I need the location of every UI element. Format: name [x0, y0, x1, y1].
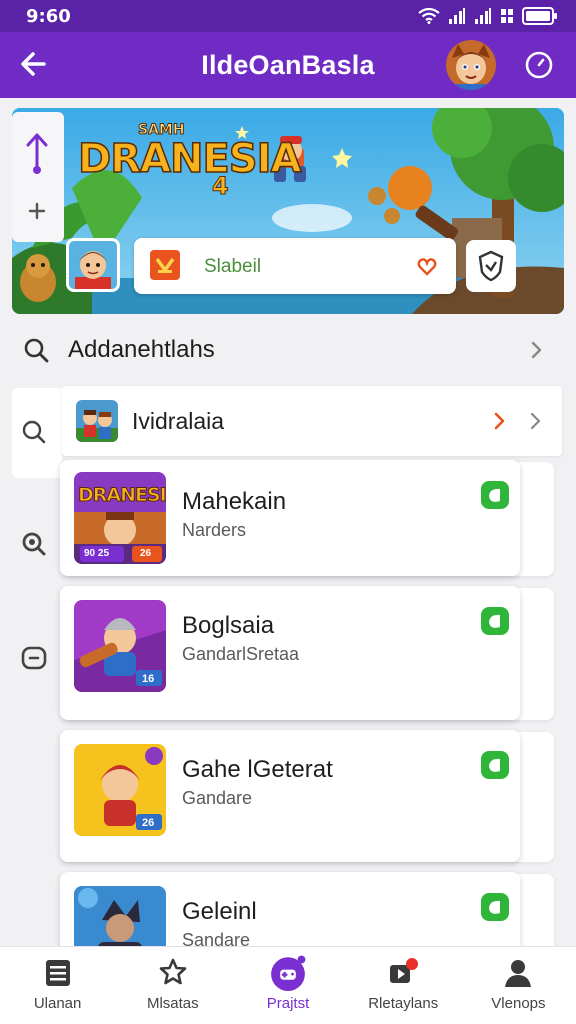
featured-thumbnail	[76, 400, 118, 442]
nav-item-ulanan[interactable]: Ulanan	[0, 947, 115, 1024]
game-subtitle: GandarlSretaa	[182, 644, 300, 664]
search-icon[interactable]	[20, 418, 48, 446]
search-row-label: Addanehtlahs	[68, 336, 215, 363]
signal-icon-2	[475, 8, 491, 24]
game-title: Geleinl	[182, 898, 257, 925]
game-thumbnail-badge-right: 16	[142, 673, 155, 685]
game-subtitle: Narders	[182, 520, 247, 540]
installed-check-icon[interactable]	[480, 480, 510, 510]
status-time: 9:60	[26, 5, 71, 27]
heart-icon	[417, 258, 437, 276]
game-thumbnail-title: DRANESIA	[77, 484, 166, 507]
characters-thumbnail-icon	[76, 400, 118, 442]
arrow-up-button[interactable]	[24, 130, 50, 176]
installed-check-icon[interactable]	[480, 892, 510, 922]
nav-label: Prajtst	[266, 995, 310, 1012]
battery-icon	[522, 7, 557, 25]
status-bar: 9:60	[0, 0, 576, 32]
game-thumbnail: DRANESIA 90 25 26	[74, 472, 166, 564]
featured-row[interactable]: Ividralaia	[62, 386, 562, 456]
chat-icon[interactable]	[20, 644, 48, 672]
banner-game-thumbnail[interactable]	[66, 238, 120, 292]
game-card[interactable]: 26 Gahe lGeterat Gandare	[60, 730, 520, 862]
app-bar: IldeOanBasla	[0, 32, 576, 98]
game-title: Mahekain	[182, 488, 287, 515]
game-title: Gahe lGeterat	[182, 756, 333, 783]
bottom-nav: Ulanan Mlsatas Prajtst Rletaylans Vlenop…	[0, 946, 576, 1024]
avatar[interactable]	[446, 40, 496, 90]
status-icons	[418, 7, 558, 25]
banner-input-field[interactable]: Slabeil	[134, 238, 456, 294]
video-icon	[390, 958, 419, 983]
search-icon	[22, 336, 50, 364]
arrow-up-icon	[26, 133, 48, 174]
game-title: Boglsaia	[182, 612, 275, 639]
game-card[interactable]: DRANESIA 90 25 26 Mahekain Narders	[60, 460, 520, 576]
add-button[interactable]	[26, 200, 48, 222]
star-badge-icon	[159, 958, 187, 985]
banner-field-text: Slabeil	[204, 256, 262, 277]
search-row[interactable]: Addanehtlahs	[0, 322, 576, 378]
chevron-right-icon	[524, 410, 546, 432]
nav-label: Rletaylans	[368, 995, 439, 1012]
nav-item-prajtst[interactable]: Prajtst	[230, 947, 345, 1024]
nav-item-vlenops[interactable]: Vlenops	[461, 947, 576, 1024]
list-icon	[45, 960, 70, 986]
game-logo-number: 4	[212, 172, 230, 201]
nav-item-mlsatas[interactable]: Mlsatas	[115, 947, 230, 1024]
game-subtitle: Gandare	[182, 788, 253, 808]
character-thumbnail-icon	[69, 241, 117, 289]
clock-button[interactable]	[522, 48, 556, 82]
character-avatar-icon	[446, 40, 496, 90]
game-thumbnail: 16	[74, 600, 166, 692]
shield-icon	[478, 250, 504, 282]
game-card[interactable]: 16 Boglsaia GandarlSretaa	[60, 586, 520, 720]
nav-label: Ulanan	[33, 995, 82, 1012]
nav-item-rletaylans[interactable]: Rletaylans	[346, 947, 461, 1024]
shield-button[interactable]	[466, 240, 516, 292]
person-icon	[505, 960, 532, 987]
game-logo-title: DRANESIA	[77, 135, 302, 183]
plus-icon	[28, 202, 46, 220]
data-icon	[501, 9, 513, 23]
game-thumbnail-badge-left: 90 25	[84, 548, 110, 559]
clock-icon	[525, 51, 553, 79]
game-thumbnail-badge-right: 26	[142, 817, 155, 829]
chevron-right-icon	[488, 410, 510, 432]
wifi-icon	[418, 8, 440, 24]
signal-icon	[449, 8, 465, 24]
game-thumbnail: 26	[74, 744, 166, 836]
chevron-right-icon	[524, 338, 548, 362]
favorite-button[interactable]	[416, 256, 438, 278]
zoom-search-icon[interactable]	[20, 530, 48, 558]
nav-label: Mlsatas	[146, 995, 199, 1012]
featured-row-label: Ividralaia	[132, 408, 225, 434]
installed-check-icon[interactable]	[480, 606, 510, 636]
installed-check-icon[interactable]	[480, 750, 510, 780]
game-badge-icon	[150, 250, 180, 280]
gamepad-icon	[271, 955, 306, 991]
nav-label: Vlenops	[491, 995, 546, 1012]
game-thumbnail-badge-right: 26	[140, 548, 152, 559]
